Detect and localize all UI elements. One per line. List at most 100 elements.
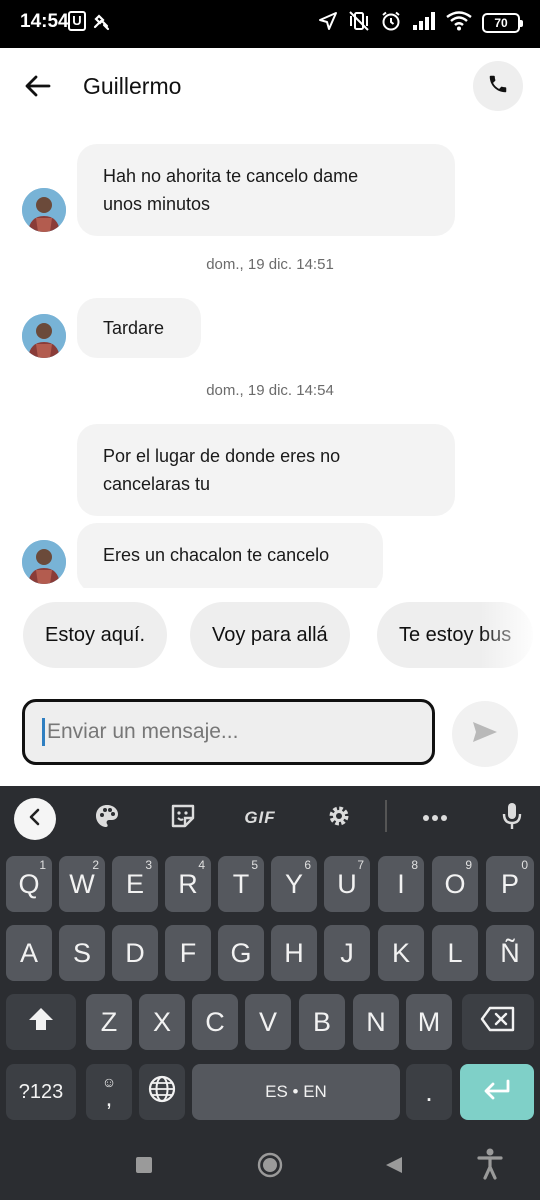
key-label: Z xyxy=(100,1006,118,1037)
avatar[interactable] xyxy=(22,314,66,358)
backspace-key[interactable] xyxy=(462,994,534,1050)
back-triangle-icon xyxy=(384,1155,404,1180)
key-d[interactable]: D xyxy=(112,925,158,981)
key-label: S xyxy=(72,937,91,968)
language-key[interactable] xyxy=(139,1064,185,1120)
keyboard-collapse-button[interactable] xyxy=(14,798,56,840)
key-hint: 5 xyxy=(251,858,258,872)
keyboard-toolbar: GIF xyxy=(0,786,540,850)
symbols-key[interactable]: ?123 xyxy=(6,1064,76,1120)
key-label: Q xyxy=(18,868,40,899)
key-u[interactable]: U7 xyxy=(324,856,370,912)
key-label: F xyxy=(179,937,197,968)
key-k[interactable]: K xyxy=(378,925,424,981)
key-b[interactable]: B xyxy=(299,994,345,1050)
message-timestamp: dom., 19 dic. 14:51 xyxy=(206,256,334,273)
key-c[interactable]: C xyxy=(192,994,238,1050)
key-r[interactable]: R4 xyxy=(165,856,211,912)
key-label: H xyxy=(284,937,304,968)
contact-photo-icon xyxy=(22,314,66,358)
key-label: D xyxy=(125,937,145,968)
message-bubble: Eres un chacalon te cancelo xyxy=(77,523,383,588)
key-hint: 6 xyxy=(304,858,311,872)
key-label: V xyxy=(258,1006,277,1037)
key-t[interactable]: T5 xyxy=(218,856,264,912)
key-w[interactable]: W2 xyxy=(59,856,105,912)
backspace-icon xyxy=(480,1006,516,1039)
sticker-button[interactable] xyxy=(168,798,198,838)
send-button[interactable] xyxy=(452,701,518,767)
contact-photo-icon xyxy=(22,188,66,232)
message-thread[interactable]: Hah no ahorita te cancelo dame unos minu… xyxy=(0,128,540,588)
message-input[interactable]: Enviar un mensaje... xyxy=(22,699,435,765)
key-y[interactable]: Y6 xyxy=(271,856,317,912)
home-button[interactable] xyxy=(256,1152,284,1182)
accessibility-button[interactable] xyxy=(476,1148,504,1184)
key-v[interactable]: V xyxy=(245,994,291,1050)
wifi-icon xyxy=(446,10,472,36)
system-nav-bar xyxy=(0,1134,540,1200)
phone-icon xyxy=(487,73,509,100)
palette-icon xyxy=(94,803,120,834)
enter-key[interactable] xyxy=(460,1064,534,1120)
key-label: X xyxy=(152,1006,171,1037)
quick-reply-chip[interactable]: Voy para allá xyxy=(190,602,350,668)
key-hint: 9 xyxy=(465,858,472,872)
sticker-icon xyxy=(170,803,196,834)
key-l[interactable]: L xyxy=(432,925,478,981)
key-p[interactable]: P0 xyxy=(486,856,534,912)
home-icon xyxy=(257,1152,283,1183)
avatar[interactable] xyxy=(22,540,66,584)
message-text-line: Hah no ahorita te cancelo dame xyxy=(103,166,359,186)
key-n-tilde[interactable]: Ñ xyxy=(486,925,534,981)
key-label: Ñ xyxy=(500,937,520,968)
globe-icon xyxy=(148,1075,176,1110)
alarm-icon xyxy=(380,10,402,37)
more-button[interactable] xyxy=(420,798,450,838)
message-bubble: Tardare xyxy=(77,298,201,358)
avatar[interactable] xyxy=(22,188,66,232)
period-key[interactable]: . xyxy=(406,1064,452,1120)
recents-button[interactable] xyxy=(134,1152,154,1182)
key-i[interactable]: I8 xyxy=(378,856,424,912)
back-nav-button[interactable] xyxy=(382,1152,406,1182)
key-label: I xyxy=(397,868,405,899)
key-z[interactable]: Z xyxy=(86,994,132,1050)
key-j[interactable]: J xyxy=(324,925,370,981)
call-button[interactable] xyxy=(473,61,523,111)
key-m[interactable]: M xyxy=(406,994,452,1050)
scroll-fade xyxy=(480,602,540,668)
message-text-line: cancelaras tu xyxy=(103,474,211,494)
key-g[interactable]: G xyxy=(218,925,264,981)
key-h[interactable]: H xyxy=(271,925,317,981)
key-f[interactable]: F xyxy=(165,925,211,981)
message-text-line: Tardare xyxy=(103,318,165,338)
key-hint: 1 xyxy=(39,858,46,872)
key-x[interactable]: X xyxy=(139,994,185,1050)
theme-button[interactable] xyxy=(92,798,122,838)
chevron-left-icon xyxy=(28,808,42,831)
key-label: A xyxy=(19,937,38,968)
key-hint: 2 xyxy=(92,858,99,872)
key-o[interactable]: O9 xyxy=(432,856,478,912)
key-a[interactable]: A xyxy=(6,925,52,981)
status-time: 14:54 xyxy=(20,11,69,32)
space-bar[interactable]: ES • EN xyxy=(192,1064,400,1120)
quick-replies: Estoy aquí. Voy para allá Te estoy bus xyxy=(0,602,540,668)
enter-icon xyxy=(482,1077,512,1108)
satellite-icon xyxy=(92,12,112,39)
key-s[interactable]: S xyxy=(59,925,105,981)
gif-button[interactable]: GIF xyxy=(240,798,280,838)
key-n[interactable]: N xyxy=(353,994,399,1050)
quick-reply-chip[interactable]: Estoy aquí. xyxy=(23,602,168,668)
shift-key[interactable] xyxy=(6,994,76,1050)
settings-button[interactable] xyxy=(324,798,354,838)
message-text-line: Por el lugar de donde eres no xyxy=(103,446,341,466)
key-label: R xyxy=(178,868,198,899)
contact-photo-icon xyxy=(22,540,66,584)
voice-input-button[interactable] xyxy=(498,798,526,838)
key-q[interactable]: Q1 xyxy=(6,856,52,912)
emoji-comma-key[interactable]: ☺ , xyxy=(86,1064,132,1120)
back-button[interactable] xyxy=(20,70,56,106)
key-e[interactable]: E3 xyxy=(112,856,158,912)
